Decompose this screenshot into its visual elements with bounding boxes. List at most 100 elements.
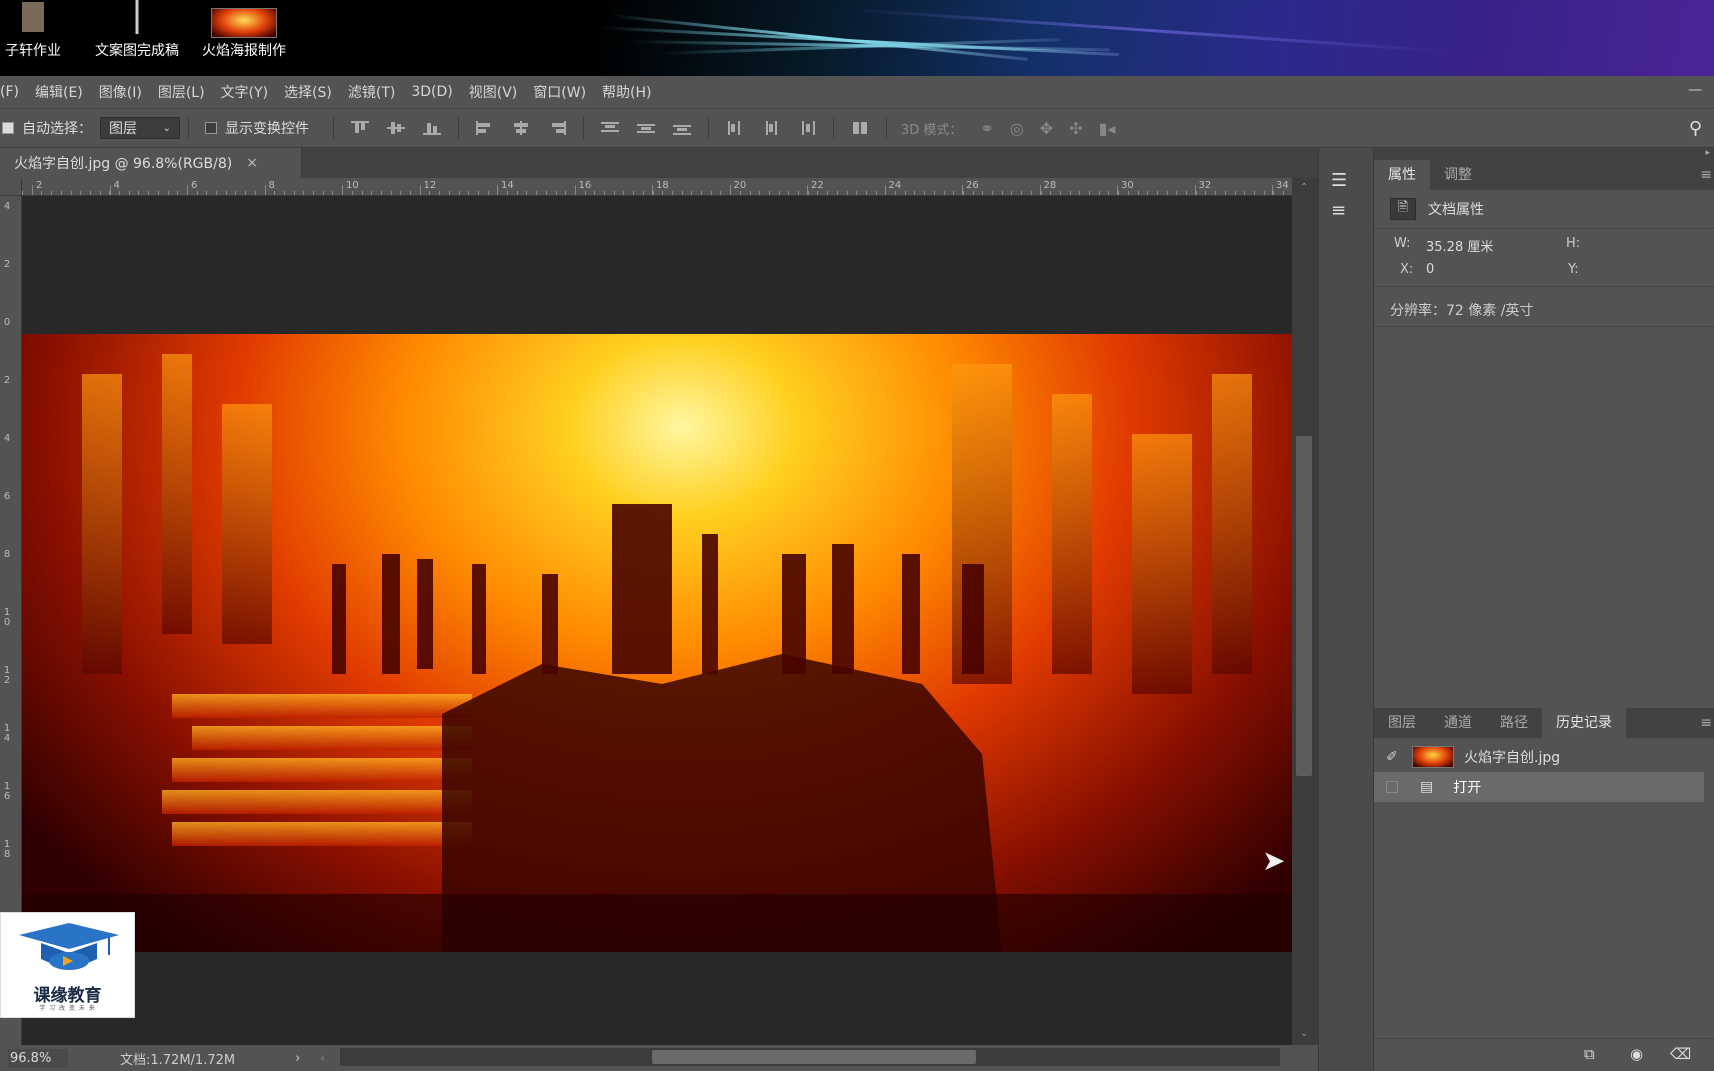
ruler-tick — [1079, 191, 1081, 195]
horizontal-scroll-thumb[interactable] — [652, 1050, 976, 1064]
ruler-tick — [497, 191, 499, 195]
distribute-right-icon[interactable] — [798, 121, 816, 135]
ruler-tick — [633, 191, 635, 195]
3d-drag-icon[interactable]: ✥ — [1040, 119, 1053, 138]
snapshot-thumbnail — [1412, 746, 1454, 768]
menu-type[interactable]: 文字(Y) — [213, 82, 276, 102]
scroll-down-icon[interactable]: ⌄ — [1300, 1028, 1308, 1039]
scroll-left-icon[interactable]: ‹ — [320, 1051, 325, 1065]
x-value[interactable]: 0 — [1426, 262, 1434, 277]
panel-collapse-bar[interactable]: ◂◂ ▸ — [1318, 148, 1714, 160]
status-menu-arrow[interactable]: › — [295, 1051, 300, 1066]
auto-select-dropdown[interactable]: 图层 ⌄ — [100, 117, 180, 139]
ruler-tick — [477, 191, 479, 195]
menu-select[interactable]: 选择(S) — [276, 82, 340, 102]
new-document-from-state-icon[interactable]: ⧉ — [1584, 1045, 1595, 1063]
align-horizontal-center-icon[interactable] — [512, 121, 530, 135]
ruler-tick — [574, 191, 576, 195]
x-label: X: — [1400, 262, 1414, 277]
align-vertical-center-icon[interactable] — [387, 121, 405, 135]
ruler-tick — [846, 191, 848, 195]
window-minimize-button[interactable]: — — [1688, 82, 1702, 98]
camera-icon[interactable]: ◉ — [1630, 1045, 1643, 1063]
tab-layers[interactable]: 图层 — [1374, 708, 1430, 738]
3d-rotate-icon[interactable]: ⚭ — [980, 119, 993, 138]
ruler-tick — [1108, 191, 1110, 195]
distribute-vcenter-icon[interactable] — [637, 121, 655, 135]
canvas-area[interactable]: ➤ — [22, 196, 1292, 1045]
menu-edit[interactable]: 编辑(E) — [27, 82, 91, 102]
show-transform-checkbox[interactable] — [205, 122, 217, 134]
desktop-icon-homework[interactable]: 子轩作业 — [0, 0, 66, 76]
zoom-level[interactable]: 96.8% — [8, 1048, 68, 1068]
menu-image[interactable]: 图像(I) — [91, 82, 150, 102]
menu-view[interactable]: 视图(V) — [461, 82, 526, 102]
ruler-tick — [303, 191, 305, 195]
vertical-scroll-thumb[interactable] — [1296, 436, 1312, 776]
ruler-tick — [1098, 191, 1100, 195]
trash-icon[interactable]: ⌫ — [1670, 1045, 1691, 1063]
align-bottom-icon[interactable] — [423, 121, 441, 135]
distribute-hcenter-icon[interactable] — [762, 121, 780, 135]
ruler-left-label: 2 — [3, 375, 11, 386]
collapse-right-icon[interactable]: ▸ — [1705, 148, 1710, 158]
history-snapshot[interactable]: ✐ 火焰字自创.jpg — [1374, 742, 1704, 772]
3d-slide-icon[interactable]: ✣ — [1069, 119, 1082, 138]
history-footer: ⧉ ◉ ⌫ — [1374, 1038, 1714, 1071]
align-right-icon[interactable] — [548, 121, 566, 135]
history-tabs: 图层 通道 路径 历史记录 ≡ — [1374, 708, 1714, 738]
close-tab-icon[interactable]: × — [246, 155, 258, 171]
distribute-bottom-icon[interactable] — [673, 121, 691, 135]
ruler-tick — [1273, 191, 1275, 195]
menu-filter[interactable]: 滤镜(T) — [340, 82, 403, 102]
tab-paths[interactable]: 路径 — [1486, 708, 1542, 738]
history-source-checkbox[interactable] — [1386, 781, 1398, 793]
menu-layer[interactable]: 图层(L) — [150, 82, 213, 102]
ruler-tick — [177, 191, 179, 195]
ruler-tick — [662, 191, 664, 195]
desktop-icon-copy-draft[interactable]: 文案图完成稿 — [82, 0, 192, 76]
brush-presets-icon[interactable]: ≡ — [1331, 200, 1346, 221]
auto-align-layers-icon[interactable] — [851, 121, 869, 135]
document-tab[interactable]: 火焰字自创.jpg @ 96.8%(RGB/8) × — [0, 148, 302, 178]
ruler-left-label: 4 — [3, 433, 11, 444]
scroll-up-icon[interactable]: ⌃ — [1300, 182, 1308, 193]
ruler-tick — [419, 191, 421, 195]
panel-menu-icon[interactable]: ≡ — [1700, 708, 1712, 738]
auto-select-checkbox[interactable] — [2, 122, 14, 134]
ruler-tick — [60, 191, 62, 195]
menu-3d[interactable]: 3D(D) — [403, 84, 460, 100]
ruler-tick — [1040, 191, 1042, 195]
align-left-icon[interactable] — [476, 121, 494, 135]
tab-adjustments[interactable]: 调整 — [1430, 160, 1486, 190]
distribute-left-icon[interactable] — [726, 121, 744, 135]
ruler-tick — [1253, 191, 1255, 195]
ruler-tick — [1118, 191, 1120, 195]
menu-window[interactable]: 窗口(W) — [525, 82, 594, 102]
search-icon[interactable]: ⚲ — [1689, 118, 1702, 139]
align-top-icon[interactable] — [351, 121, 369, 135]
3d-roll-icon[interactable]: ◎ — [1010, 119, 1024, 138]
distribute-top-icon[interactable] — [601, 121, 619, 135]
tab-history[interactable]: 历史记录 — [1542, 708, 1626, 738]
brush-settings-icon[interactable]: ☰ — [1331, 170, 1347, 191]
history-brush-icon: ✐ — [1386, 749, 1398, 765]
ruler-tick — [516, 191, 518, 195]
3d-scale-icon[interactable]: ▮◂ — [1099, 119, 1116, 138]
desktop-icon-flame-poster[interactable]: 火焰海报制作 — [192, 0, 296, 76]
ruler-tick — [885, 191, 887, 195]
ruler-tick — [933, 191, 935, 195]
tab-properties[interactable]: 属性 — [1374, 160, 1430, 190]
history-state[interactable]: ▤ 打开 — [1374, 772, 1704, 802]
ruler-tick — [254, 191, 256, 195]
flame-image — [22, 334, 1292, 952]
ruler-tick — [904, 191, 906, 195]
tab-channels[interactable]: 通道 — [1430, 708, 1486, 738]
width-value[interactable]: 35.28 厘米 — [1426, 236, 1493, 255]
panel-menu-icon[interactable]: ≡ — [1700, 160, 1712, 190]
menu-help[interactable]: 帮助(H) — [594, 82, 659, 102]
menu-file[interactable]: (F) — [0, 84, 27, 100]
divider — [583, 117, 584, 139]
ruler-tick — [759, 191, 761, 195]
menu-bar: (F) 编辑(E) 图像(I) 图层(L) 文字(Y) 选择(S) 滤镜(T) … — [0, 76, 1714, 108]
